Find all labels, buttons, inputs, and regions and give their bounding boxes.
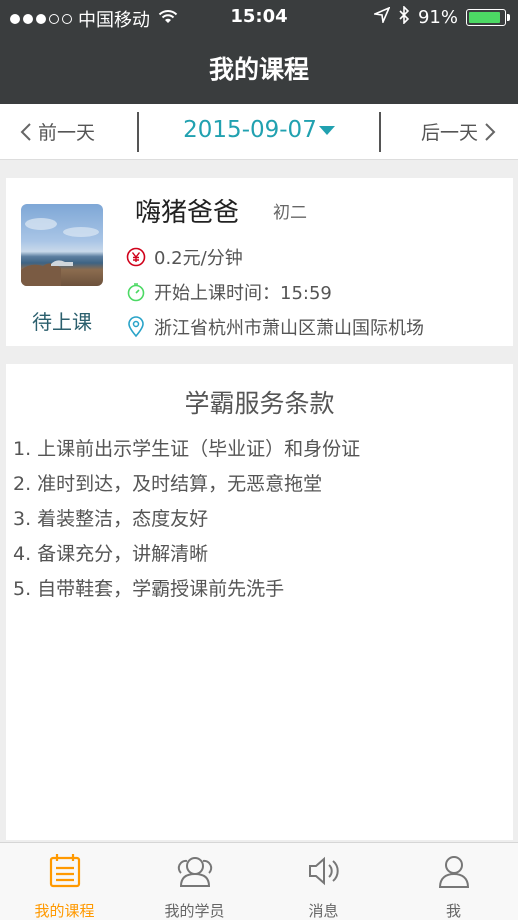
- location-pin-icon: [126, 316, 146, 338]
- course-card[interactable]: 待上课 嗨猪爸爸 初二 0.2元/分钟 开始上课时间：15:59 浙江省杭州市萧…: [6, 178, 513, 346]
- teacher-photo: [21, 204, 103, 286]
- page-title: 我的课程: [208, 55, 309, 84]
- terms-item: 4. 备课充分，讲解清晰: [13, 543, 209, 565]
- date-picker[interactable]: 2015-09-07: [140, 117, 378, 143]
- next-day-button[interactable]: 后一天: [421, 118, 496, 145]
- battery-icon: [466, 9, 510, 26]
- course-status: 待上课: [32, 310, 92, 334]
- chevron-right-icon: [485, 122, 496, 141]
- terms-title: 学霸服务条款: [184, 389, 335, 418]
- stopwatch-icon: [126, 282, 146, 302]
- terms-item: 2. 准时到达，及时结算，无恶意拖堂: [13, 473, 323, 495]
- location-text: 浙江省杭州市萧山区萧山国际机场: [154, 318, 424, 339]
- app-header: 中国移动 15:04 91% 我的课程: [0, 0, 518, 104]
- battery-level-fill: [469, 12, 500, 23]
- caret-down-icon: [318, 126, 335, 135]
- tab-label: 我: [445, 902, 461, 920]
- speaker-icon: [259, 853, 388, 891]
- users-icon: [130, 853, 259, 891]
- battery-percent: 91%: [417, 7, 458, 28]
- tab-label: 消息: [308, 902, 339, 920]
- start-time-text: 开始上课时间：15:59: [154, 283, 332, 304]
- price-text: 0.2元/分钟: [154, 248, 243, 269]
- terms-item: 1. 上课前出示学生证（毕业证）和身份证: [13, 438, 361, 460]
- tab-my-courses[interactable]: 我的课程: [0, 843, 129, 920]
- tab-messages[interactable]: 消息: [259, 843, 388, 920]
- tab-me[interactable]: 我: [389, 843, 518, 920]
- student-name: 嗨猪爸爸: [135, 198, 240, 228]
- status-right: 91%: [372, 5, 510, 29]
- tab-my-students[interactable]: 我的学员: [130, 843, 259, 920]
- prev-day-button[interactable]: 前一天: [20, 118, 95, 145]
- price-row: 0.2元/分钟: [126, 244, 243, 270]
- tab-label: 我的课程: [34, 902, 95, 920]
- location-arrow-icon: [372, 6, 391, 28]
- next-day-label: 后一天: [420, 122, 478, 144]
- terms-list: 1. 上课前出示学生证（毕业证）和身份证 2. 准时到达，及时结算，无恶意拖堂 …: [13, 436, 360, 611]
- bluetooth-icon: [398, 5, 410, 29]
- status-bar: 中国移动 15:04 91%: [0, 0, 518, 34]
- terms-item: 3. 着装整洁，态度友好: [13, 508, 209, 530]
- tab-bar: 我的课程 我的学员 消息 我: [0, 842, 518, 920]
- terms-panel: 学霸服务条款 1. 上课前出示学生证（毕业证）和身份证 2. 准时到达，及时结算…: [6, 364, 513, 840]
- date-navigation: 前一天 2015-09-07 后一天: [0, 104, 518, 160]
- prev-day-label: 前一天: [38, 122, 96, 144]
- divider: [137, 112, 139, 152]
- chevron-left-icon: [20, 122, 31, 141]
- terms-item: 5. 自带鞋套，学霸授课前先洗手: [13, 578, 285, 600]
- user-icon: [389, 853, 518, 891]
- start-time-row: 开始上课时间：15:59: [126, 279, 332, 305]
- location-row: 浙江省杭州市萧山区萧山国际机场: [126, 314, 424, 340]
- current-date: 2015-09-07: [183, 117, 317, 143]
- calendar-icon: [0, 853, 129, 891]
- student-grade: 初二: [273, 203, 307, 223]
- divider: [379, 112, 381, 152]
- yen-icon: [126, 247, 146, 267]
- tab-label: 我的学员: [164, 902, 225, 920]
